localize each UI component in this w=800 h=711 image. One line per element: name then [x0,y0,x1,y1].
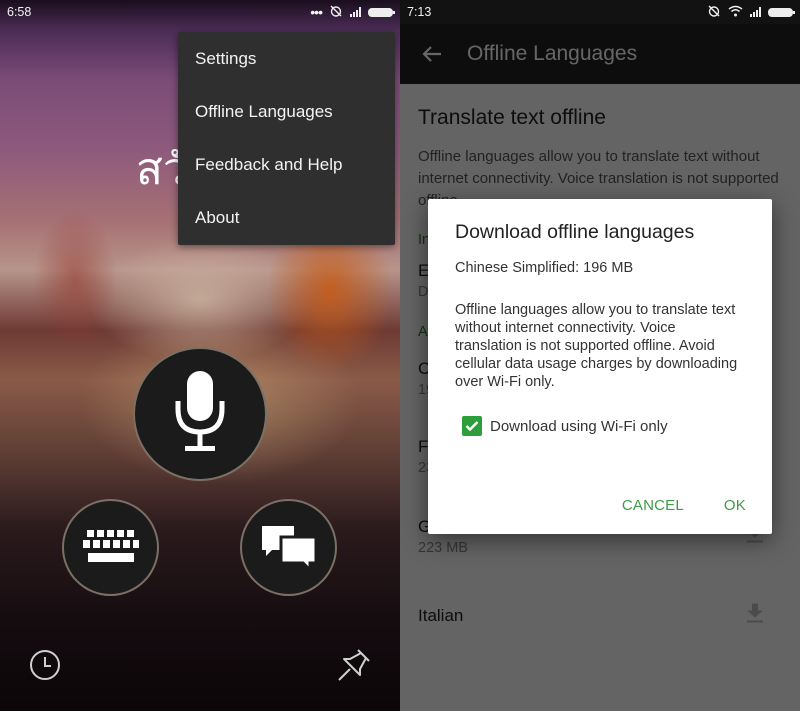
status-bar: 7:13 [400,0,800,24]
menu-item-feedback-help[interactable]: Feedback and Help [178,138,395,191]
keyboard-button[interactable] [62,499,159,596]
menu-item-offline-languages[interactable]: Offline Languages [178,85,395,138]
signal-icon [350,7,361,17]
alarm-off-icon [707,4,721,21]
status-bar: 6:58 ••• [0,0,400,24]
wifi-only-label: Download using Wi-Fi only [490,417,668,435]
ok-button[interactable]: OK [724,497,746,514]
wifi-icon [728,5,743,20]
dialog-title: Download offline languages [455,221,695,243]
menu-item-about[interactable]: About [178,191,395,244]
cancel-button[interactable]: CANCEL [622,497,684,514]
more-dots-icon: ••• [310,4,323,20]
battery-icon [768,7,795,17]
battery-icon [368,7,395,17]
dialog-language-size: Chinese Simplified: 196 MB [455,260,634,276]
signal-icon [750,7,761,17]
keyboard-icon [82,529,139,562]
history-clock-icon [30,650,60,680]
history-button[interactable] [29,649,61,686]
conversation-icon [261,525,317,572]
download-dialog: Download offline languages Chinese Simpl… [428,199,772,534]
microphone-button[interactable] [133,347,267,481]
alarm-off-icon [329,4,343,21]
menu-item-settings[interactable]: Settings [178,32,395,85]
conversation-button[interactable] [240,499,337,596]
checkbox-checked-icon [462,416,482,436]
status-time: 6:58 [7,5,32,19]
pin-icon [338,649,370,681]
status-time: 7:13 [407,5,432,19]
dialog-message: Offline languages allow you to translate… [455,302,738,390]
wifi-only-checkbox[interactable]: Download using Wi-Fi only [455,416,746,436]
translator-home-screen: 6:58 ••• สวั Settings Offline Languages … [0,0,400,711]
offline-languages-screen: 7:13 Offline Languages Translate text of… [400,0,800,711]
overflow-menu: Settings Offline Languages Feedback and … [178,32,395,245]
microphone-icon [175,371,225,451]
pin-button[interactable] [336,647,372,688]
